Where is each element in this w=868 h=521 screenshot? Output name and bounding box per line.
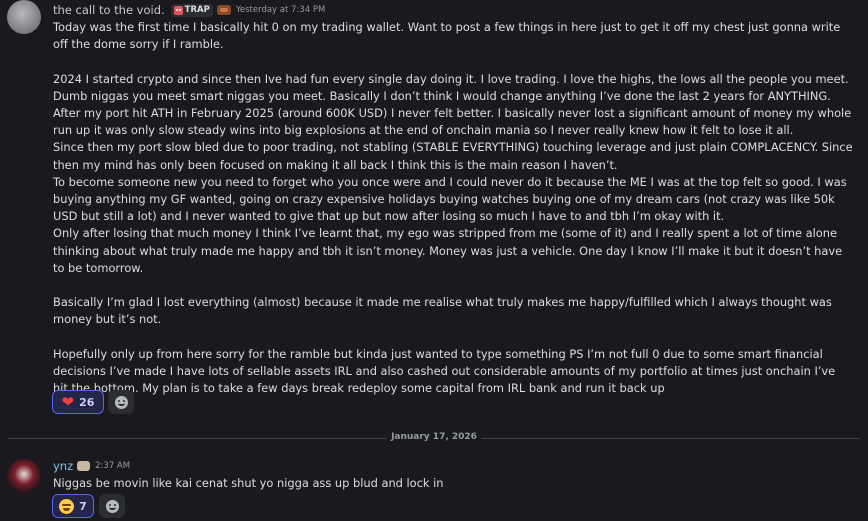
message-header: the call to the void. TRAP Yesterday at … bbox=[53, 1, 325, 19]
message-content: Today was the first time I basically hit… bbox=[53, 19, 853, 397]
username[interactable]: ynz bbox=[53, 459, 73, 473]
reaction-count: 7 bbox=[79, 499, 87, 513]
date-divider-label: January 17, 2026 bbox=[387, 432, 481, 442]
timestamp[interactable]: 2:37 AM bbox=[95, 461, 130, 471]
add-emoji-icon bbox=[105, 499, 119, 513]
crying-face-icon bbox=[59, 498, 75, 514]
reaction-count: 26 bbox=[79, 395, 95, 409]
paragraph: 2024 I started crypto and since then Ive… bbox=[53, 71, 855, 138]
paragraph: Only after losing that much money I thin… bbox=[53, 226, 846, 275]
paragraph: Hopefully only up from here sorry for th… bbox=[53, 346, 839, 396]
paragraph: To become someone new you need to forget… bbox=[53, 174, 851, 224]
add-emoji-icon bbox=[114, 395, 128, 409]
avatar[interactable] bbox=[7, 459, 41, 493]
role-icon[interactable] bbox=[77, 461, 91, 471]
paragraph: Basically I’m glad I lost everything (al… bbox=[53, 295, 836, 327]
server-tag-label: TRAP bbox=[184, 5, 210, 15]
timestamp[interactable]: Yesterday at 7:34 PM bbox=[236, 5, 325, 15]
date-divider: January 17, 2026 bbox=[0, 432, 868, 442]
add-reaction-button[interactable] bbox=[108, 390, 134, 414]
message-header: ynz 2:37 AM bbox=[53, 457, 130, 475]
avatar[interactable] bbox=[7, 0, 41, 34]
paragraph: Niggas be movin like kai cenat shut yo n… bbox=[53, 476, 444, 490]
add-reaction-button[interactable] bbox=[99, 494, 125, 518]
role-icon[interactable] bbox=[216, 5, 231, 15]
message-content: Niggas be movin like kai cenat shut yo n… bbox=[53, 475, 853, 492]
heart-icon: ❤ bbox=[61, 392, 75, 411]
reaction-heart[interactable]: ❤ 26 bbox=[52, 390, 104, 414]
paragraph: Today was the first time I basically hit… bbox=[53, 20, 844, 52]
server-tag-badge[interactable]: TRAP bbox=[170, 3, 213, 17]
paragraph: Since then my port slow bled due to poor… bbox=[53, 140, 857, 172]
reaction-crying-face[interactable]: 7 bbox=[52, 494, 94, 518]
username[interactable]: the call to the void. bbox=[53, 3, 165, 17]
tag-emoji-icon bbox=[173, 5, 183, 15]
